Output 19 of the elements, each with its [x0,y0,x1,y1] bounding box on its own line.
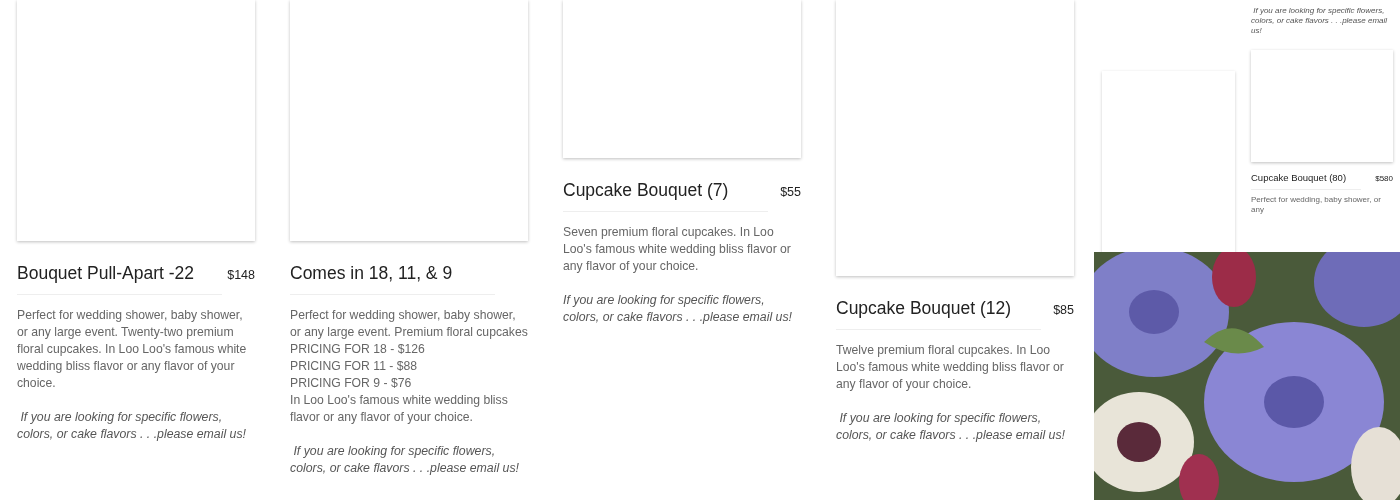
email-note: If you are looking for specific flowers, colors, or cake flavors . . .please email us! [836,410,1066,444]
price: $85 [1053,303,1074,317]
product-description: Seven premium floral cupcakes. In Loo Loo's famous white wedding bliss flavor or any flavor of your choice. [563,224,792,275]
product-description: Perfect for wedding shower, baby shower, or any large event. Premium floral cupcakes PRICING FOR 18 - $126 PRICING FOR 11 - $88 PRICING FOR 9 - $76 In Loo Loo's famous white wedding bliss flavor or any flavor of your choice. [290,307,528,426]
email-note: If you are looking for specific flowers, colors, or cake flavors . . .please email us! [290,443,520,477]
product-title: Comes in 18, 11, & 9 [290,263,453,284]
email-note: If you are looking for specific flowers, colors, or cake flavors . . .please email us! [1251,6,1389,36]
price: $148 [227,268,255,282]
product-title: Cupcake Bouquet (7) [563,180,729,201]
product-title: Bouquet Pull-Apart -22 [17,263,195,284]
email-note: If you are looking for specific flowers, colors, or cake flavors . . .please email us! [563,292,793,326]
product-description: Perfect for wedding shower, baby shower, or any large event. Twenty-two premium floral cupcakes. In Loo Loo's famous white wedding bliss flavor or any flavor of your choice. [17,307,248,392]
price: $580 [1375,174,1393,183]
email-note: If you are looking for specific flowers, colors, or cake flavors . . .please email us! [17,409,247,443]
product-description: Twelve premium floral cupcakes. In Loo Loo's famous white wedding bliss flavor or any flavor of your choice. [836,342,1065,393]
product-description: Perfect for wedding, baby shower, or any [1251,195,1382,215]
product-title: Cupcake Bouquet (80) [1251,172,1347,183]
product-title: Cupcake Bouquet (12) [836,298,1012,319]
price: $55 [780,185,801,199]
